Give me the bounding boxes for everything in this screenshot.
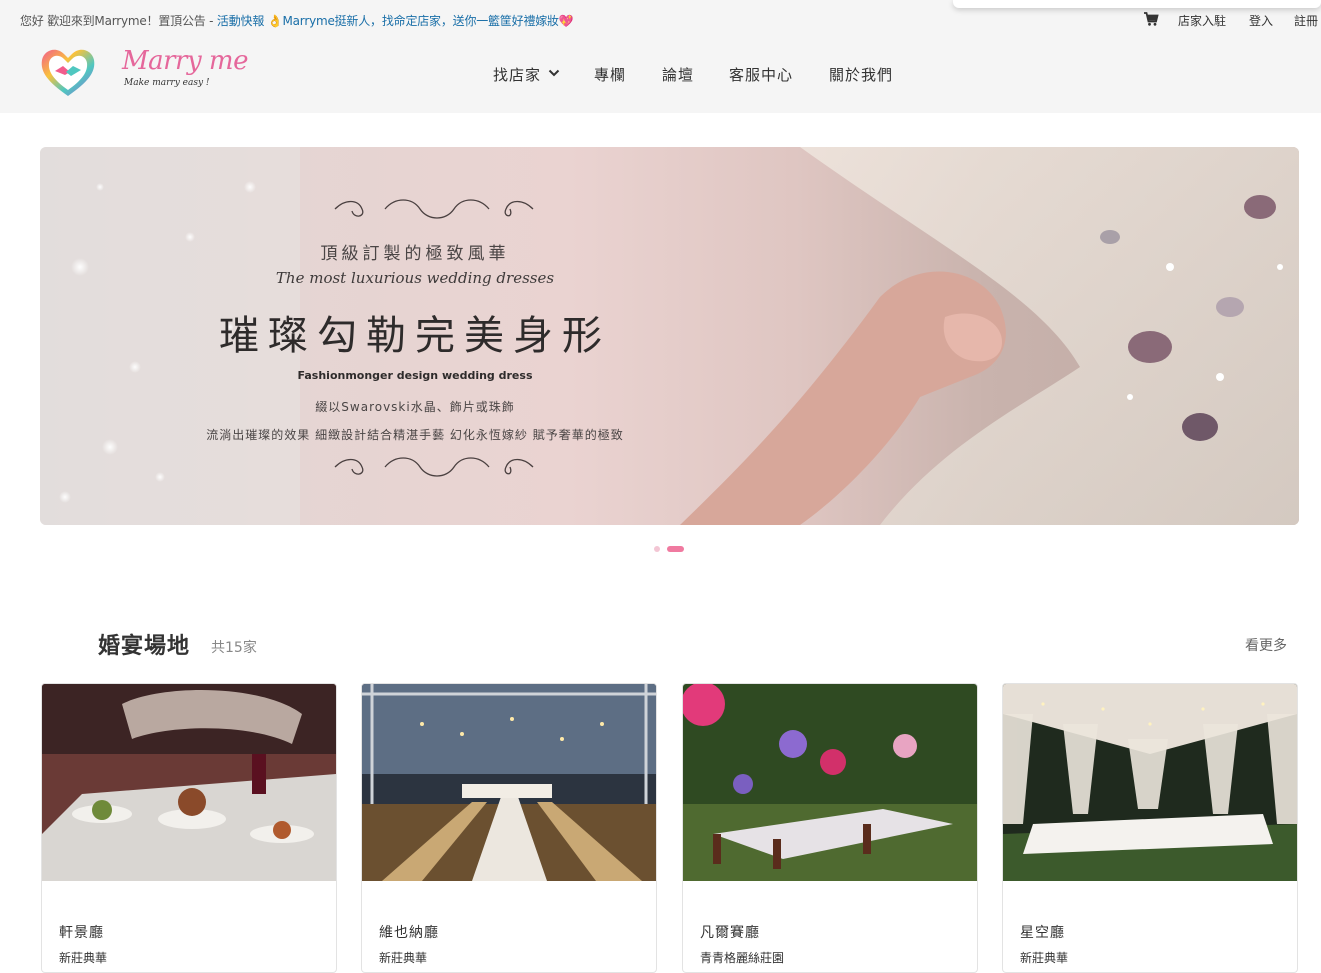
announcement-bar: 您好 歡迎來到Marryme！置頂公告 - 活動快報 👌Marryme挺新人，找… — [20, 12, 574, 29]
venue-name: 軒景廳 — [59, 925, 104, 941]
nav-about-us[interactable]: 關於我們 — [829, 64, 893, 85]
chevron-down-icon[interactable] — [548, 68, 560, 78]
search-dropdown-panel — [953, 0, 1321, 8]
announcement-greeting: 您好 歡迎來到Marryme！置頂公告 - — [20, 14, 217, 28]
site-logo[interactable]: Marry me Make marry easy ! — [38, 44, 248, 100]
ok-hand-icon: 👌 — [267, 14, 283, 28]
nav-find-vendor[interactable]: 找店家 — [493, 64, 541, 85]
venue-name: 凡爾賽廳 — [700, 925, 760, 941]
venue-photo — [1003, 684, 1297, 881]
nav-column[interactable]: 專欄 — [594, 64, 626, 85]
venue-card[interactable]: 軒景廳 新莊典華 — [41, 683, 337, 973]
venue-card[interactable]: 維也納廳 新莊典華 — [361, 683, 657, 973]
announcement-link-news[interactable]: 活動快報 — [217, 14, 264, 28]
venue-card[interactable]: 星空廳 新莊典華 — [1002, 683, 1298, 973]
carousel-dot-2-active[interactable] — [667, 546, 684, 552]
venue-location: 新莊典華 — [379, 951, 428, 965]
vendor-join-link[interactable]: 店家入駐 — [1178, 12, 1226, 29]
site-header: 您好 歡迎來到Marryme！置頂公告 - 活動快報 👌Marryme挺新人，找… — [0, 0, 1321, 113]
logo-heart-icon — [41, 49, 95, 96]
announcement-link-promo[interactable]: Marryme挺新人，找命定店家，送你一籃筐好禮嫁妝 — [283, 14, 560, 28]
section-title: 婚宴場地 — [98, 634, 191, 659]
venue-photo — [362, 684, 656, 881]
nav-customer-service[interactable]: 客服中心 — [729, 64, 793, 85]
nav-forum[interactable]: 論壇 — [662, 64, 694, 85]
logo-wordmark: Marry me — [122, 46, 248, 76]
venue-card[interactable]: 凡爾賽廳 青青格麗絲莊園 — [682, 683, 978, 973]
banner-subtitle: 頂級訂製的極致風華 — [320, 244, 510, 264]
section-count: 共15家 — [211, 640, 257, 656]
venue-location: 青青格麗絲莊園 — [700, 951, 785, 965]
banner-english-title: The most luxurious wedding dresses — [275, 269, 555, 287]
venue-location: 新莊典華 — [1020, 951, 1069, 965]
cart-icon[interactable] — [1143, 11, 1159, 27]
register-link[interactable]: 註冊 — [1294, 12, 1318, 29]
banner-description-2: 流淌出璀璨的效果 細緻設計結合精湛手藝 幻化永恆嫁紗 賦予奢華的極致 — [206, 428, 624, 442]
carousel-dot-1[interactable] — [654, 546, 660, 552]
banner-headline: 璀璨勾勒完美身形 — [219, 313, 611, 359]
venue-location: 新莊典華 — [59, 951, 108, 965]
venue-photo — [683, 684, 977, 881]
banner-tagline: Fashionmonger design wedding dress — [297, 369, 533, 382]
login-link[interactable]: 登入 — [1249, 12, 1273, 29]
heart-icon: 💖 — [558, 14, 574, 28]
venue-photo — [42, 684, 336, 881]
hero-banner[interactable]: 頂級訂製的極致風華 The most luxurious wedding dre… — [40, 147, 1299, 525]
banner-description-1: 綴以Swarovski水晶、飾片或珠飾 — [315, 400, 515, 414]
see-more-link[interactable]: 看更多 — [1245, 635, 1287, 655]
venue-name: 維也納廳 — [379, 925, 439, 941]
venue-name: 星空廳 — [1020, 925, 1065, 941]
logo-tagline: Make marry easy ! — [124, 78, 210, 88]
